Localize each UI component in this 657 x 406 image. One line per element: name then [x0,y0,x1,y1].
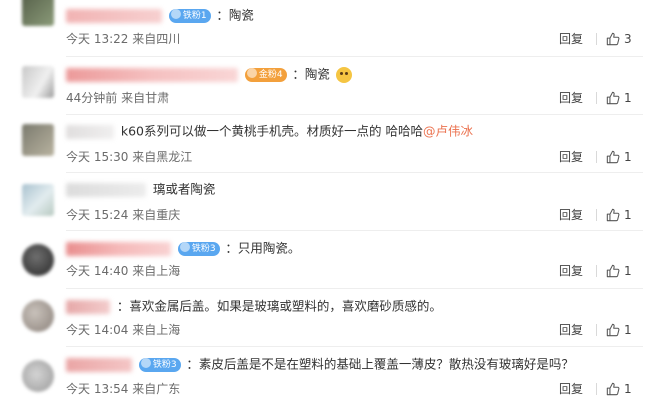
comment-item: 金粉4 ：陶瓷 44分钟前 来自甘肃 回复 1 [0,58,657,116]
thumbs-up-icon [606,32,620,46]
reply-button[interactable]: 回复 [559,381,583,397]
comment-text: ：素皮后盖是不是在塑料的基础上覆盖一薄皮？散热没有玻璃好是吗？ [186,356,574,372]
comment-text: ：只用陶瓷。 [225,240,301,256]
reply-button[interactable]: 回复 [559,90,583,106]
comment-item: 铁粉3 ：素皮后盖是不是在塑料的基础上覆盖一薄皮？散热没有玻璃好是吗？ 今天 1… [0,348,657,406]
avatar[interactable] [22,360,54,392]
thumbs-up-icon [606,264,620,278]
comment-meta: 今天 15:30 来自黑龙江 [66,150,193,164]
comment-text: k60系列可以做一个黄桃手机壳。材质好一点的 哈哈哈 [120,123,423,139]
doge-emoji-icon [335,66,352,83]
like-button[interactable]: 1 [606,322,632,338]
like-button[interactable]: 3 [606,31,632,47]
thumbs-up-icon [606,91,620,105]
reply-button[interactable]: 回复 [559,207,583,223]
avatar[interactable] [22,124,54,156]
fan-badge[interactable]: 铁粉1 [168,8,211,23]
username-blurred[interactable] [66,67,238,82]
avatar[interactable] [22,244,54,276]
username-blurred[interactable] [66,182,146,197]
thumbs-up-icon [606,323,620,337]
comment-meta: 今天 14:04 来自上海 [66,323,181,337]
avatar[interactable] [22,66,54,98]
like-button[interactable]: 1 [606,263,632,279]
reply-button[interactable]: 回复 [559,263,583,279]
comment-meta: 今天 13:22 来自四川 [66,32,181,46]
comment-text: ：喜欢金属后盖。如果是玻璃或塑料的，喜欢磨砂质感的。 [116,298,442,314]
reply-button[interactable]: 回复 [559,31,583,47]
thumbs-up-icon [606,150,620,164]
comment-item: 铁粉3 ：只用陶瓷。 今天 14:40 来自上海 回复 1 [0,232,657,290]
comment-item: k60系列可以做一个黄桃手机壳。材质好一点的 哈哈哈@卢伟冰 今天 15:30 … [0,116,657,174]
comment-meta: 44分钟前 来自甘肃 [66,91,170,105]
reply-button[interactable]: 回复 [559,322,583,338]
avatar[interactable] [22,184,54,216]
fan-badge[interactable]: 金粉4 [244,67,287,82]
comment-item: 璃或者陶瓷 今天 15:24 来自重庆 回复 1 [0,174,657,232]
comment-item: ：喜欢金属后盖。如果是玻璃或塑料的，喜欢磨砂质感的。 今天 14:04 来自上海… [0,290,657,348]
username-blurred[interactable] [66,8,162,23]
like-button[interactable]: 1 [606,90,632,106]
mention-link[interactable]: @卢伟冰 [423,124,473,139]
username-blurred[interactable] [66,357,132,372]
comment-text: 璃或者陶瓷 [152,181,216,197]
reply-button[interactable]: 回复 [559,149,583,165]
fan-badge[interactable]: 铁粉3 [177,241,220,256]
comment-meta: 今天 14:40 来自上海 [66,264,181,278]
comment-item: 铁粉1 ：陶瓷 今天 13:22 来自四川 回复 3 [0,0,657,58]
username-blurred[interactable] [66,241,171,256]
thumbs-up-icon [606,208,620,222]
comment-text: ：陶瓷 [216,7,254,23]
fan-badge[interactable]: 铁粉3 [138,357,181,372]
comment-meta: 今天 15:24 来自重庆 [66,208,181,222]
comment-text: ：陶瓷 [292,66,330,82]
username-blurred[interactable] [66,299,110,314]
thumbs-up-icon [606,382,620,396]
avatar[interactable] [22,300,54,332]
like-button[interactable]: 1 [606,207,632,223]
avatar[interactable] [22,0,54,26]
username-blurred[interactable] [66,124,114,139]
like-button[interactable]: 1 [606,381,632,397]
comment-meta: 今天 13:54 来自广东 [66,382,181,396]
like-button[interactable]: 1 [606,149,632,165]
